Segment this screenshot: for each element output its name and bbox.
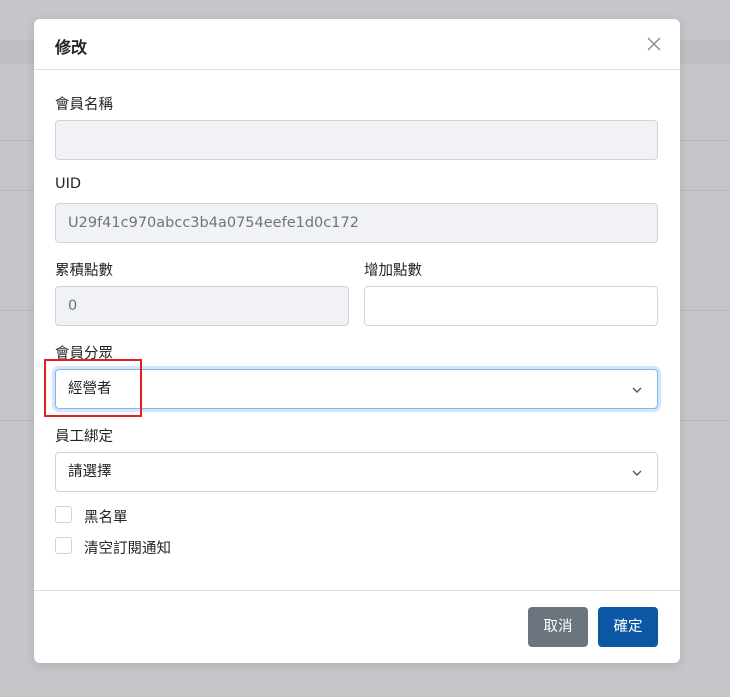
accumulated-points-label: 累積點數 — [55, 263, 113, 279]
add-points-label: 增加點數 — [364, 263, 422, 279]
clear-subscription-checkbox[interactable] — [55, 537, 72, 554]
chevron-down-icon — [632, 470, 642, 476]
cancel-button[interactable]: 取消 — [528, 607, 588, 647]
chevron-down-icon — [632, 387, 642, 393]
member-name-input[interactable] — [55, 120, 658, 160]
accumulated-points-input[interactable]: 0 — [55, 286, 349, 326]
edit-member-modal: 修改 會員名稱 UID U29f41c970abcc3b4a0754eefe1d… — [34, 19, 680, 663]
member-group-select[interactable]: 經營者 — [55, 369, 658, 409]
member-name-label: 會員名稱 — [55, 97, 113, 113]
staff-binding-selected-value: 請選擇 — [68, 464, 112, 480]
staff-binding-select[interactable]: 請選擇 — [55, 452, 658, 492]
add-points-input[interactable] — [364, 286, 658, 326]
modal-header: 修改 — [34, 19, 680, 70]
blacklist-checkbox[interactable] — [55, 506, 72, 523]
uid-input[interactable]: U29f41c970abcc3b4a0754eefe1d0c172 — [55, 203, 658, 243]
confirm-button[interactable]: 確定 — [598, 607, 658, 647]
blacklist-label: 黑名單 — [84, 510, 128, 526]
clear-subscription-label: 清空訂閱通知 — [84, 541, 171, 557]
uid-label: UID — [55, 176, 82, 192]
staff-binding-label: 員工綁定 — [55, 429, 113, 445]
close-icon[interactable] — [644, 34, 664, 54]
modal-footer: 取消 確定 — [34, 590, 680, 663]
highlight-annotation-box — [44, 359, 142, 417]
modal-title: 修改 — [55, 38, 88, 57]
